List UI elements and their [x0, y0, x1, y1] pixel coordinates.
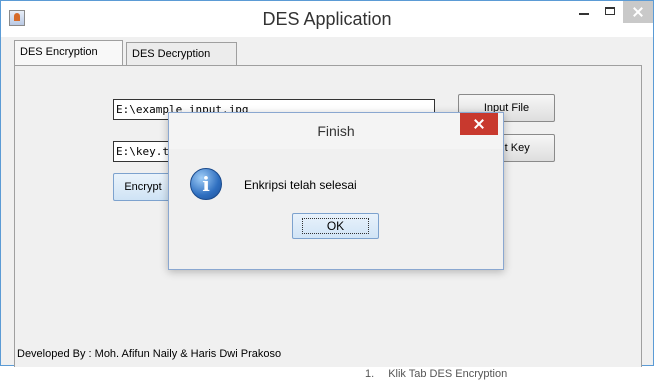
ok-button[interactable]: OK [292, 213, 379, 239]
dialog-message: Enkripsi telah selesai [244, 178, 357, 192]
tab-des-encryption[interactable]: DES Encryption [14, 40, 123, 65]
document-instruction: 1. Klik Tab DES Encryption [365, 368, 507, 383]
ok-button-label: OK [301, 218, 370, 234]
dialog-title: Finish [169, 113, 503, 149]
key-file-path-field[interactable]: E:\key.txt [113, 141, 173, 162]
maximize-button[interactable] [597, 1, 623, 23]
encrypt-button[interactable]: Encrypt [113, 173, 173, 201]
instruction-number: 1. [365, 368, 375, 380]
window-title: DES Application [262, 9, 392, 29]
tab-des-decryption[interactable]: DES Decryption [126, 42, 237, 65]
close-button[interactable] [623, 1, 653, 23]
minimize-button[interactable] [571, 1, 597, 23]
credits-label: Developed By : Moh. Afifun Naily & Haris… [17, 348, 282, 360]
app-window: DES Application DES Encryption DES Decry… [0, 0, 654, 367]
finish-dialog: Finish i Enkripsi telah selesai OK [168, 112, 504, 270]
dialog-close-button[interactable] [460, 113, 498, 135]
instruction-text: Klik Tab DES Encryption [388, 368, 508, 380]
title-bar[interactable]: DES Application [1, 1, 653, 37]
info-icon: i [190, 168, 222, 200]
